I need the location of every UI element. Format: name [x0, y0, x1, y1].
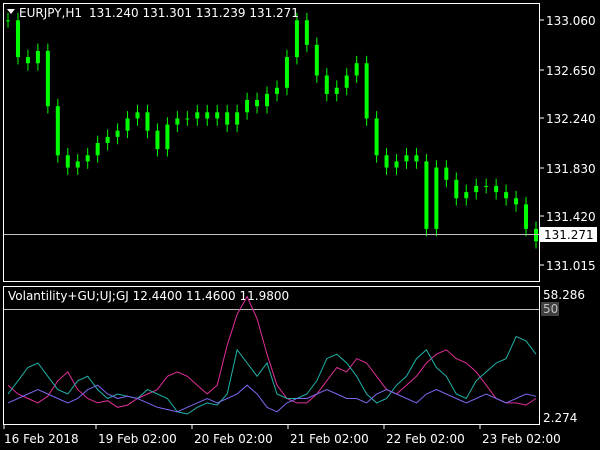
candle-body [494, 185, 499, 193]
candle-body [294, 20, 299, 58]
candle-body [284, 57, 289, 88]
candle-body [185, 118, 190, 120]
candle-body [464, 192, 469, 199]
candle-body [175, 118, 180, 125]
candle-body [454, 179, 459, 199]
candle-body [85, 155, 90, 162]
candle-body [524, 204, 529, 229]
symbol-label: EURJPY,H1 [19, 6, 82, 20]
indicator-scale-bottom: 2.274 [543, 411, 577, 425]
candle-body [324, 75, 329, 94]
candle-body [195, 112, 200, 119]
time-label: 20 Feb 02:00 [194, 432, 273, 446]
candle-body [245, 100, 250, 113]
candle-body [225, 112, 230, 125]
candle-body [165, 124, 170, 150]
price-tick: 132.650 [546, 64, 596, 78]
candle-body [55, 106, 60, 156]
price-tick: 133.060 [546, 14, 596, 28]
candle-body [45, 50, 50, 107]
candle-body [394, 161, 399, 168]
candle-body [484, 185, 489, 187]
candle-body [115, 130, 120, 137]
candle-body [265, 93, 270, 107]
candle-body [374, 118, 379, 156]
candle-body [65, 155, 70, 168]
candle-body [304, 20, 309, 45]
time-label: 21 Feb 02:00 [290, 432, 369, 446]
candle-body [95, 143, 100, 156]
candle-body [424, 161, 429, 229]
time-label: 22 Feb 02:00 [386, 432, 465, 446]
candle-body [6, 20, 10, 22]
candle-body [205, 112, 210, 119]
ohlc-values: 131.240 131.301 131.239 131.271 [89, 6, 299, 20]
price-tick: 131.830 [546, 162, 596, 176]
indicator-level-value: 50 [543, 302, 558, 316]
trading-chart-window[interactable]: EURJPY,H1 131.240 131.301 131.239 131.27… [0, 0, 600, 450]
candle-body [444, 167, 449, 180]
candle-body [35, 50, 40, 64]
price-tick: 131.015 [546, 259, 596, 273]
candle-body [105, 136, 110, 143]
candle-body [514, 198, 519, 205]
candle-body [474, 185, 479, 193]
candle-body [215, 112, 220, 119]
candle-body [334, 87, 339, 94]
candle-body [384, 155, 389, 168]
price-tick: 131.420 [546, 210, 596, 224]
candle-body [504, 192, 509, 199]
candle-body [344, 75, 349, 88]
candle-body [404, 155, 409, 162]
time-label: 23 Feb 02:00 [482, 432, 561, 446]
candle-body [15, 20, 20, 58]
candle-body [414, 155, 419, 162]
candle-body [354, 63, 359, 76]
candle-body [155, 130, 160, 150]
candle-body [364, 63, 369, 119]
current-price-value: 131.271 [544, 228, 594, 242]
candle-body [145, 112, 150, 131]
candle-body [274, 87, 279, 94]
candle-body [75, 161, 80, 168]
indicator-scale-top: 58.286 [543, 288, 585, 302]
candle-body [125, 118, 130, 131]
candle-body [135, 112, 140, 119]
candle-body [255, 100, 260, 107]
candle-body [25, 57, 30, 64]
chart-background [0, 0, 600, 450]
candle-body [235, 112, 240, 125]
candle-body [534, 228, 538, 242]
candle-body [314, 44, 319, 76]
time-label: 16 Feb 2018 [4, 432, 79, 446]
time-label: 19 Feb 02:00 [98, 432, 177, 446]
price-tick: 132.240 [546, 112, 596, 126]
candle-body [434, 167, 439, 229]
